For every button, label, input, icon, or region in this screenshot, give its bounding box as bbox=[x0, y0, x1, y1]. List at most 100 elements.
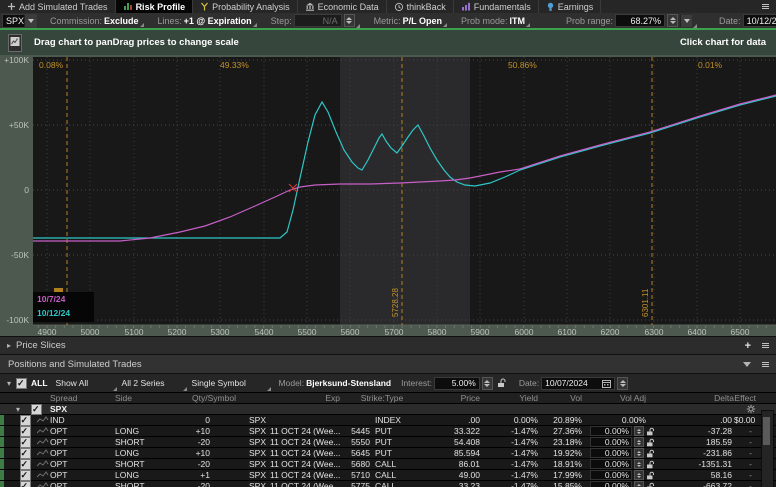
positions-date-stepper[interactable] bbox=[617, 377, 628, 390]
tab-bar-menu-button[interactable] bbox=[761, 3, 770, 10]
header-vol-adj[interactable]: Vol Adj bbox=[582, 393, 658, 403]
gear-icon[interactable] bbox=[746, 404, 756, 414]
unlock-icon[interactable] bbox=[646, 438, 656, 447]
prob-range-dropdown-button[interactable] bbox=[680, 15, 692, 27]
header-delta[interactable]: Delta bbox=[658, 393, 734, 403]
header-yield[interactable]: Yield bbox=[480, 393, 538, 403]
tab-economic-data[interactable]: Economic Data bbox=[298, 0, 387, 13]
header-side[interactable]: Side bbox=[115, 393, 162, 403]
symbol-mode-dropdown[interactable]: Single Symbol bbox=[188, 376, 272, 390]
tab-probability-analysis[interactable]: Probability Analysis bbox=[193, 0, 298, 13]
table-row[interactable]: OPTSHORT-20SPX11 OCT 24 (Wee...5775CALL3… bbox=[0, 480, 776, 487]
interest-stepper[interactable] bbox=[482, 377, 493, 390]
tab-label: Economic Data bbox=[318, 2, 379, 12]
sparkline-icon[interactable] bbox=[37, 482, 49, 487]
symbol-dropdown-button[interactable] bbox=[24, 15, 36, 27]
vol-adj-stepper[interactable] bbox=[634, 481, 644, 487]
price-slices-bar[interactable]: ▸ Price Slices + bbox=[0, 336, 776, 354]
prob-range-input[interactable]: 68.27% bbox=[615, 14, 665, 27]
unlock-icon[interactable] bbox=[497, 378, 507, 388]
table-row[interactable]: IND0SPXINDEX.000.00%20.89%0.00%.00$0.00 bbox=[0, 414, 776, 425]
select-all-checkbox[interactable] bbox=[16, 378, 27, 389]
chart-date-input[interactable]: 10/12/2024 bbox=[743, 14, 776, 27]
header-vol[interactable]: Vol bbox=[538, 393, 582, 403]
add-price-slice-button[interactable]: + bbox=[745, 341, 751, 351]
vol-adj-input[interactable]: 0.00% bbox=[590, 459, 632, 469]
commission-setting[interactable]: Commission: Exclude bbox=[43, 16, 145, 26]
hamburger-icon[interactable] bbox=[761, 361, 770, 368]
interest-input[interactable]: 5.00% bbox=[434, 377, 480, 390]
row-checkbox[interactable] bbox=[20, 415, 31, 426]
vol-adj-stepper[interactable] bbox=[634, 448, 644, 458]
header-exp[interactable]: Exp bbox=[266, 393, 340, 403]
symbol-combobox[interactable]: SPX bbox=[2, 14, 37, 28]
pl-chart-canvas[interactable]: +100K+50K0-50K-100K490050005100520053005… bbox=[0, 55, 776, 336]
chevron-down-icon[interactable]: ▾ bbox=[7, 379, 11, 388]
tab-risk-profile[interactable]: Risk Profile bbox=[116, 0, 194, 13]
sparkline-icon[interactable] bbox=[37, 416, 49, 424]
cell-type: INDEX bbox=[370, 415, 424, 425]
series-dropdown[interactable]: All 2 Series bbox=[118, 376, 188, 390]
step-input[interactable]: N/A bbox=[294, 14, 342, 27]
lines-setting[interactable]: Lines: +1 @ Expiration bbox=[151, 16, 258, 26]
positions-section-bar[interactable]: Positions and Simulated Trades bbox=[0, 354, 776, 373]
table-row[interactable]: OPTSHORT-20SPX11 OCT 24 (Wee...5680CALL8… bbox=[0, 458, 776, 469]
table-row[interactable]: OPTLONG+1SPX11 OCT 24 (Wee...5710CALL49.… bbox=[0, 469, 776, 480]
hamburger-icon[interactable] bbox=[761, 342, 770, 349]
header-price[interactable]: Price bbox=[424, 393, 480, 403]
metric-setting[interactable]: Metric: P/L Open bbox=[367, 16, 448, 26]
unlock-icon[interactable] bbox=[646, 471, 656, 480]
row-checkbox[interactable] bbox=[20, 448, 31, 459]
table-row[interactable]: OPTSHORT-20SPX11 OCT 24 (Wee...5550PUT54… bbox=[0, 436, 776, 447]
scrollbar-thumb[interactable] bbox=[763, 417, 770, 445]
row-checkbox[interactable] bbox=[20, 470, 31, 481]
vol-adj-input[interactable]: 0.00% bbox=[590, 437, 632, 447]
vol-adj-stepper[interactable] bbox=[634, 470, 644, 480]
sparkline-icon[interactable] bbox=[37, 460, 49, 468]
tab-thinkback[interactable]: thinkBack bbox=[387, 0, 454, 13]
step-stepper[interactable] bbox=[344, 14, 355, 27]
row-checkbox[interactable] bbox=[20, 481, 31, 487]
sparkline-icon[interactable] bbox=[37, 427, 49, 435]
chart-thumbnail-icon[interactable] bbox=[8, 34, 22, 52]
vol-adj-stepper[interactable] bbox=[634, 437, 644, 447]
prob-mode-setting[interactable]: Prob mode: ITM bbox=[454, 16, 531, 26]
header-strike-type[interactable]: Strike:Type bbox=[340, 393, 424, 403]
header-qty-symbol[interactable]: Qty/Symbol bbox=[162, 393, 266, 403]
sparkline-icon[interactable] bbox=[37, 449, 49, 457]
calendar-icon[interactable] bbox=[602, 379, 611, 388]
sparkline-icon[interactable] bbox=[37, 438, 49, 446]
tab-earnings[interactable]: Earnings bbox=[539, 0, 602, 13]
unlock-icon[interactable] bbox=[646, 482, 656, 487]
table-row[interactable]: OPTLONG+10SPX11 OCT 24 (Wee...5445PUT33.… bbox=[0, 425, 776, 436]
row-checkbox[interactable] bbox=[20, 426, 31, 437]
unlock-icon[interactable] bbox=[646, 427, 656, 436]
row-checkbox[interactable] bbox=[20, 437, 31, 448]
vol-adj-input[interactable]: 0.00% bbox=[590, 470, 632, 480]
tab-add-simulated-trades[interactable]: Add Simulated Trades bbox=[0, 0, 116, 13]
unlock-icon[interactable] bbox=[646, 449, 656, 458]
vol-adj-input[interactable]: 0.00% bbox=[590, 448, 632, 458]
positions-date-input[interactable]: 10/07/2024 bbox=[541, 377, 615, 390]
table-scrollbar[interactable] bbox=[761, 410, 774, 487]
vol-adj-input[interactable]: 0.00% bbox=[590, 426, 632, 436]
vol-adj-stepper[interactable] bbox=[634, 426, 644, 436]
sparkline-icon[interactable] bbox=[37, 471, 49, 479]
vol-adj-stepper[interactable] bbox=[634, 459, 644, 469]
bank-icon bbox=[305, 2, 315, 11]
vol-adj-input[interactable]: 0.00% bbox=[590, 481, 632, 487]
chevron-down-icon[interactable]: ▾ bbox=[16, 405, 20, 414]
chevron-right-icon[interactable]: ▸ bbox=[7, 341, 11, 350]
symbol-group-row[interactable]: ▾ SPX bbox=[0, 403, 776, 414]
model-value[interactable]: Bjerksund-Stensland bbox=[306, 378, 391, 388]
collapse-triangle-icon[interactable] bbox=[743, 362, 751, 367]
header-bp-effect[interactable]: BP Effect bbox=[734, 393, 756, 403]
group-checkbox[interactable] bbox=[31, 404, 42, 415]
table-row[interactable]: OPTLONG+10SPX11 OCT 24 (Wee...5645PUT85.… bbox=[0, 447, 776, 458]
show-all-dropdown[interactable]: Show All bbox=[52, 376, 118, 390]
unlock-icon[interactable] bbox=[646, 460, 656, 469]
row-checkbox[interactable] bbox=[20, 459, 31, 470]
prob-range-stepper[interactable] bbox=[667, 14, 678, 27]
tab-fundamentals[interactable]: Fundamentals bbox=[454, 0, 539, 13]
header-spread[interactable]: Spread bbox=[50, 393, 115, 403]
